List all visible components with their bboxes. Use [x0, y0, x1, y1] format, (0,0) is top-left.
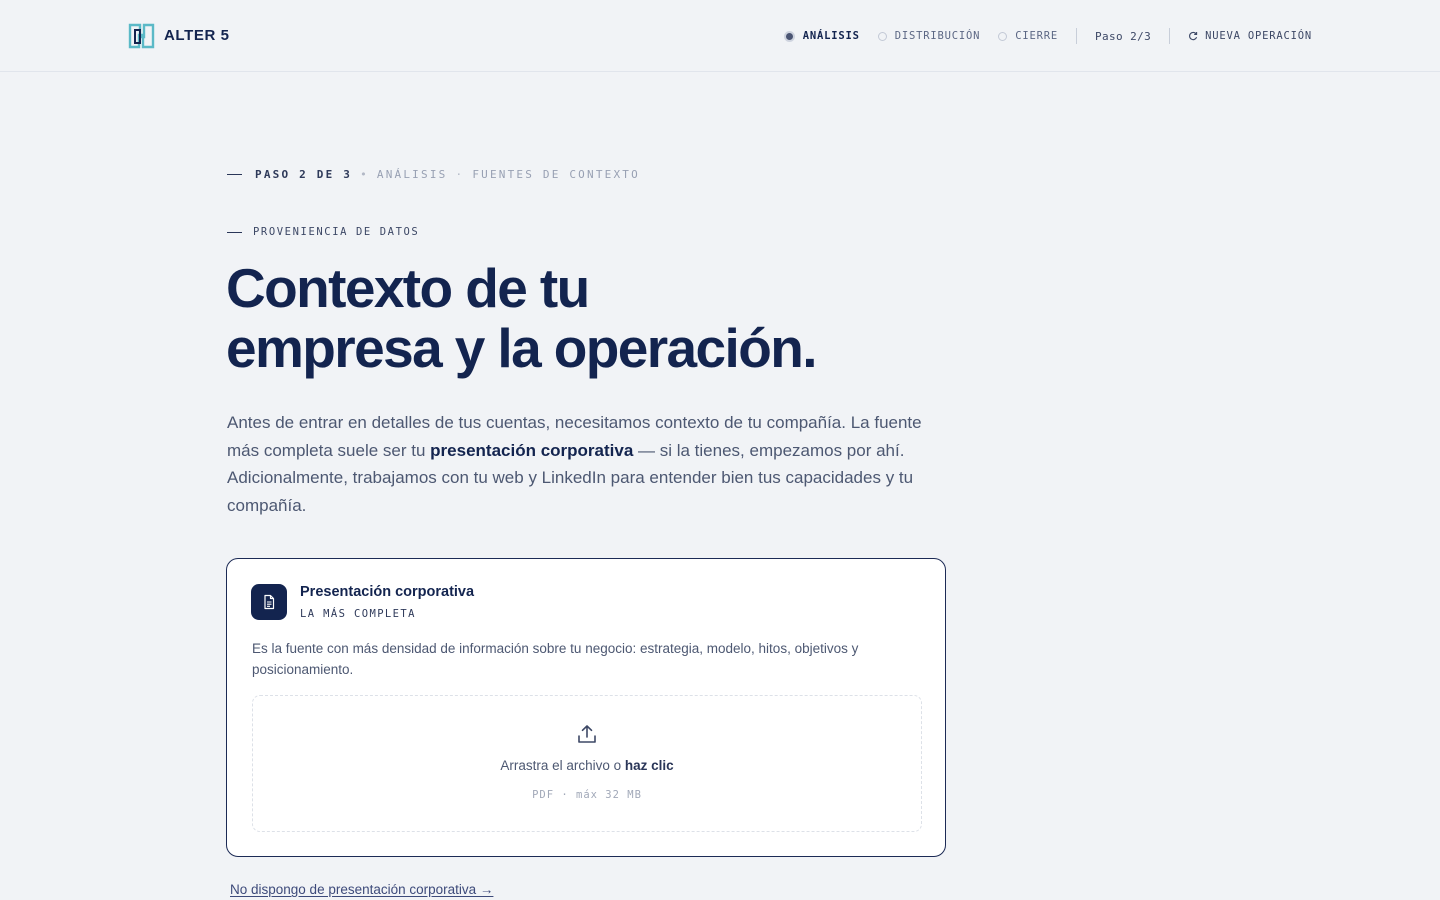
breadcrumb-separator: · — [455, 168, 465, 181]
card-description: Es la fuente con más densidad de informa… — [252, 641, 859, 677]
no-presentation-link[interactable]: No dispongo de presentación corporativa … — [230, 882, 493, 897]
section-eyebrow: PROVENIENCIA DE DATOS — [227, 226, 419, 238]
breadcrumb-section: ANÁLISIS — [376, 168, 448, 181]
nav-step-label: DISTRIBUCIÓN — [894, 30, 981, 42]
nav-step-distribucion[interactable]: DISTRIBUCIÓN — [877, 30, 981, 42]
card-subtitle: LA MÁS COMPLETA — [300, 608, 416, 620]
nav-step-label: ANÁLISIS — [802, 30, 860, 42]
eyebrow-label: PROVENIENCIA DE DATOS — [253, 226, 420, 238]
breadcrumb-subsection: FUENTES DE CONTEXTO — [472, 168, 640, 181]
file-dropzone[interactable]: Arrastra el archivo o haz clic PDF · máx… — [252, 695, 922, 832]
top-bar: ALTER 5 ANÁLISIS DISTRIBUCIÓN CIERRE Pas… — [0, 0, 1440, 72]
corporate-presentation-card: Presentación corporativa LA MÁS COMPLETA… — [226, 558, 946, 857]
nav-step-label: CIERRE — [1015, 30, 1058, 42]
dropzone-text: Arrastra el archivo o — [500, 758, 625, 773]
dropzone-file-limits: PDF · máx 32 MB — [532, 789, 642, 801]
intro-paragraph: Antes de entrar en detalles de tus cuent… — [227, 409, 939, 519]
page-title-line-2: empresa y la operación. — [226, 317, 817, 379]
brand-logo[interactable]: ALTER 5 — [128, 22, 230, 49]
progress-nav: ANÁLISIS DISTRIBUCIÓN CIERRE Paso 2/3 NU… — [783, 27, 1312, 45]
nav-divider — [1075, 28, 1077, 44]
breadcrumb-dash — [227, 174, 242, 175]
nav-step-cierre[interactable]: CIERRE — [998, 30, 1058, 42]
dropzone-click-action[interactable]: haz clic — [625, 758, 674, 773]
step-counter: Paso 2/3 — [1094, 29, 1152, 43]
step-active-dot-icon — [783, 30, 795, 42]
new-operation-label: NUEVA OPERACIÓN — [1205, 30, 1312, 42]
breadcrumb-separator: • — [360, 168, 369, 181]
upload-icon — [578, 725, 596, 743]
breadcrumb: PASO 2 DE 3 • ANÁLISIS · FUENTES DE CONT… — [227, 168, 640, 181]
page-title-line-1: Contexto de tu — [226, 257, 590, 319]
breadcrumb-step: PASO 2 DE 3 — [255, 168, 353, 181]
page-title: Contexto de tu empresa y la operación. — [226, 258, 986, 378]
alter5-logo-icon — [128, 23, 155, 49]
refresh-icon — [1189, 31, 1198, 41]
step-pending-dot-icon — [998, 31, 1008, 41]
nav-divider — [1169, 28, 1171, 44]
eyebrow-dash — [227, 231, 242, 233]
step-pending-dot-icon — [877, 31, 887, 41]
document-icon — [264, 594, 275, 610]
brand-name: ALTER 5 — [164, 27, 230, 44]
card-title: Presentación corporativa — [300, 584, 475, 600]
dropzone-instruction: Arrastra el archivo o haz clic — [253, 758, 921, 773]
nav-step-analisis[interactable]: ANÁLISIS — [783, 30, 860, 42]
card-icon-badge — [251, 584, 287, 620]
new-operation-button[interactable]: NUEVA OPERACIÓN — [1188, 30, 1312, 42]
intro-highlight: presentación corporativa — [430, 440, 634, 460]
